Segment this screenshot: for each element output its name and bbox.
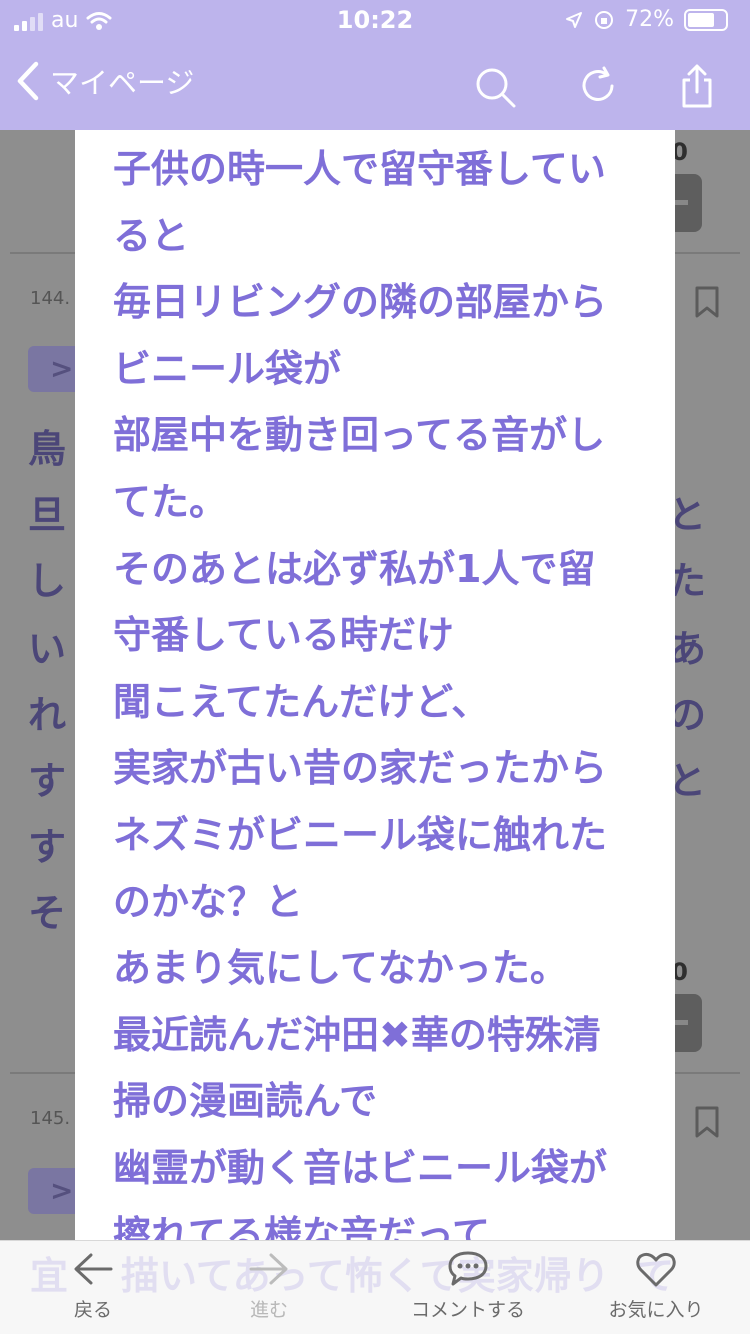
post-text-fragment: す [28,825,67,869]
post-text-fragment: そ [28,891,67,935]
forward-button[interactable]: 進む [236,1249,302,1322]
share-button[interactable] [672,62,722,112]
speech-bubble-icon [448,1251,488,1286]
heart-icon [636,1252,676,1287]
post-text-fragment: し [28,559,67,603]
comment-label: コメントする [410,1299,525,1321]
post-line: 擦れてる様な音だって [113,1212,490,1241]
post-line: ビニール袋が [113,346,342,391]
battery-icon [684,8,728,31]
status-bar: au 10:22 72% [0,0,750,40]
post-line: 実家が古い昔の家だったから [113,746,608,791]
post-line: 毎日リビングの隣の部屋から [113,280,608,325]
reload-button[interactable] [574,62,624,112]
post-line: 幽霊が動く音はビニール袋が [113,1145,608,1190]
comment-button[interactable]: コメントする [398,1249,538,1322]
chevron-left-icon [17,61,39,101]
search-button[interactable] [470,62,520,112]
reload-icon [582,66,614,101]
bookmark-icon[interactable] [694,286,720,318]
location-icon [566,11,583,28]
navigation-bar: マイページ [0,40,750,130]
post-text-fragment: れ [28,693,67,737]
arrow-left-icon [74,1253,113,1285]
forward-label: 進む [249,1299,288,1321]
post-text-fragment: 旦 [28,493,67,537]
post-line: 掃の漫画読んで [113,1079,378,1124]
post-number: 145. [30,1108,71,1129]
share-icon [682,64,712,108]
back-label: マイページ [50,66,195,100]
search-icon [476,68,516,108]
post-text-fragment: 鳥 [28,427,67,471]
post-line: 最近読んだ沖田✖華の特殊清 [113,1012,601,1057]
back-button[interactable]: 戻る [60,1249,126,1322]
post-line: そのあとは必ず私が1人で留 [113,546,596,591]
post-line: 聞こえてたんだけど、 [113,679,490,724]
post-line: のかな？と [113,879,304,924]
bookmark-icon[interactable] [694,1106,720,1138]
battery-percent: 72% [625,7,674,32]
post-line: ると [113,213,190,258]
post-number: 144. [30,288,71,309]
back-label: 戻る [73,1299,112,1321]
arrow-right-icon [249,1253,288,1285]
post-line: ネズミがビニール袋に触れた [113,812,608,857]
post-line: 守番している時だけ [113,613,454,658]
favorite-label: お気に入り [608,1299,704,1321]
post-body: 子供の時一人で留守番してい ると 毎日リビングの隣の部屋から ビニール袋が 部屋… [113,136,653,1240]
post-text-fragment: い [28,627,67,671]
back-to-mypage-button[interactable]: マイページ [14,60,194,102]
rotation-lock-icon [595,10,614,29]
bottom-toolbar: 宜 描いてあって怖くて実家帰り て 戻る 進む コメントする お気に入り [0,1240,750,1334]
post-line: 子供の時一人で留守番してい [113,147,606,191]
favorite-button[interactable]: お気に入り [600,1249,712,1322]
post-line: 部屋中を動き回ってる音がし [113,413,606,458]
post-detail-modal[interactable]: 子供の時一人で留守番してい ると 毎日リビングの隣の部屋から ビニール袋が 部屋… [75,130,675,1240]
post-line: あまり気にしてなかった。 [113,946,568,991]
post-text-fragment: す [28,759,67,803]
post-line: てた。 [113,479,228,524]
